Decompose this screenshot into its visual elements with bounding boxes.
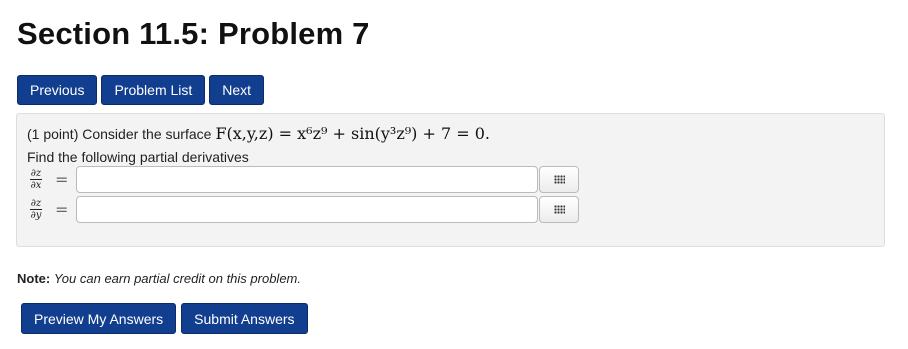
answer-row-dzdy: ∂z ∂y = <box>27 196 580 223</box>
answer-input-dzdx[interactable] <box>76 166 539 193</box>
previous-button[interactable]: Previous <box>17 75 98 105</box>
grid-icon <box>553 205 565 214</box>
partial-credit-note: Note: You can earn partial credit on thi… <box>17 271 301 286</box>
equals-sign: = <box>55 200 69 219</box>
submit-answers-button[interactable]: Submit Answers <box>181 303 308 334</box>
partial-dz-dy-label: ∂z ∂y <box>27 198 45 221</box>
equals-sign: = <box>55 170 69 189</box>
equation-editor-button-1[interactable] <box>539 166 580 193</box>
partial-dz-dx-label: ∂z ∂x <box>27 168 45 191</box>
fraction-numerator: ∂z <box>29 168 43 180</box>
submit-actions: Preview My Answers Submit Answers <box>21 303 313 334</box>
problem-nav: Previous Problem List Next <box>17 75 268 105</box>
page-title: Section 11.5: Problem 7 <box>17 16 370 51</box>
surface-equation: F(x,y,z) = x⁶z⁹ + sin(y³z⁹) + 7 = 0. <box>215 124 491 143</box>
answer-input-dzdy[interactable] <box>76 196 539 223</box>
instruction-text: Find the following partial derivatives <box>27 149 249 165</box>
problem-statement: (1 point) Consider the surface F(x,y,z) … <box>27 124 490 143</box>
note-text: You can earn partial credit on this prob… <box>53 271 301 286</box>
next-button[interactable]: Next <box>209 75 265 105</box>
note-label: Note: <box>17 271 51 286</box>
preview-answers-button[interactable]: Preview My Answers <box>21 303 177 334</box>
fraction-denominator: ∂y <box>30 210 42 221</box>
problem-list-button[interactable]: Problem List <box>101 75 206 105</box>
answer-row-dzdx: ∂z ∂x = <box>27 166 580 193</box>
grid-icon <box>553 175 565 184</box>
problem-panel: (1 point) Consider the surface F(x,y,z) … <box>16 113 885 247</box>
equation-editor-button-2[interactable] <box>539 196 580 223</box>
fraction-numerator: ∂z <box>29 198 43 210</box>
fraction-denominator: ∂x <box>30 180 42 191</box>
statement-prefix: (1 point) Consider the surface <box>27 125 212 142</box>
